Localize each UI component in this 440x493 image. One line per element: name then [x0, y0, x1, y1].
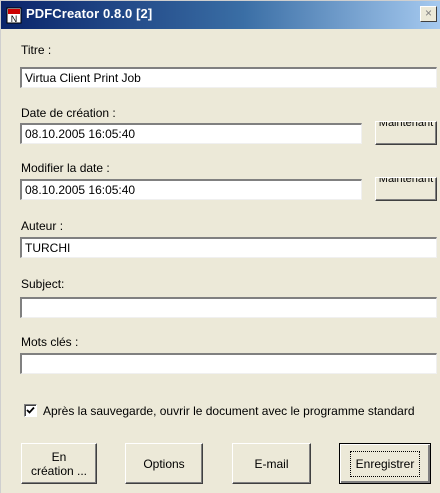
- save-button[interactable]: Enregistrer: [339, 443, 431, 484]
- author-label: Auteur :: [21, 219, 64, 233]
- pdfcreator-dialog: N PDFCreator 0.8.0 [2] × Titre : Virtua …: [0, 0, 440, 493]
- subject-label: Subject:: [21, 277, 65, 291]
- title-label: Titre :: [21, 43, 52, 57]
- close-icon: ×: [424, 6, 432, 20]
- author-input[interactable]: TURCHI: [20, 237, 437, 258]
- open-after-save-checkbox[interactable]: [24, 404, 37, 417]
- open-after-save-label[interactable]: Après la sauvegarde, ouvrir le document …: [43, 404, 415, 418]
- title-input[interactable]: Virtua Client Print Job: [20, 67, 437, 88]
- close-button[interactable]: ×: [420, 6, 437, 22]
- creation-date-input[interactable]: 08.10.2005 16:05:40: [20, 123, 362, 144]
- email-button[interactable]: E-mail: [232, 443, 311, 484]
- pdfcreator-app-icon: N: [6, 7, 22, 24]
- in-progress-button[interactable]: En création ...: [21, 443, 97, 484]
- options-button[interactable]: Options: [125, 443, 203, 484]
- title-bar[interactable]: N PDFCreator 0.8.0 [2] ×: [1, 1, 440, 29]
- modify-date-label: Modifier la date :: [21, 161, 110, 175]
- creation-date-now-button[interactable]: Maintenant: [375, 121, 437, 145]
- modify-date-input[interactable]: 08.10.2005 16:05:40: [20, 179, 362, 200]
- window-title: PDFCreator 0.8.0 [2]: [26, 6, 153, 21]
- checkmark-icon: [26, 406, 35, 414]
- creation-date-label: Date de création :: [21, 106, 116, 120]
- modify-date-now-button[interactable]: Maintenant: [375, 177, 437, 201]
- keywords-label: Mots clés :: [21, 335, 79, 349]
- svg-text:N: N: [11, 14, 18, 24]
- keywords-input[interactable]: [20, 353, 437, 374]
- subject-input[interactable]: [20, 297, 437, 318]
